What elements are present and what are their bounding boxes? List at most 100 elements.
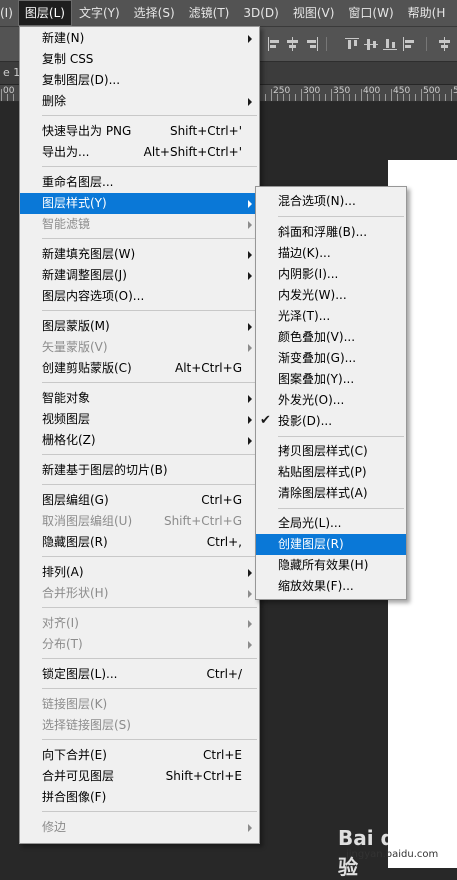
submenu-arrow-icon <box>248 272 252 280</box>
align-right-edges-icon[interactable] <box>304 37 318 51</box>
layer-style-menu-item[interactable]: 渐变叠加(G)... <box>256 348 406 369</box>
menu-item-label: 创建剪贴蒙版(C) <box>42 361 132 375</box>
layer-menu-item: 修边 <box>20 817 259 838</box>
submenu-arrow-icon <box>248 395 252 403</box>
layer-menu-item: 矢量蒙版(V) <box>20 337 259 358</box>
menu-3d[interactable]: 3D(D) <box>236 0 285 26</box>
distribute-top-icon[interactable] <box>345 37 359 51</box>
layer-menu-item[interactable]: 视频图层 <box>20 409 259 430</box>
menu-view[interactable]: 视图(V) <box>286 0 342 26</box>
menu-help[interactable]: 帮助(H <box>401 0 453 26</box>
menu-item-label: 链接图层(K) <box>42 697 108 711</box>
layer-style-menu-item[interactable]: 颜色叠加(V)... <box>256 327 406 348</box>
layer-style-menu-item[interactable]: 创建图层(R) <box>256 534 406 555</box>
layer-menu-item[interactable]: 新建(N) <box>20 28 259 49</box>
layer-menu-item[interactable]: 导出为... Alt+Shift+Ctrl+' <box>20 142 259 163</box>
menu-select[interactable]: 选择(S) <box>127 0 182 26</box>
menu-item-shortcut: Ctrl+/ <box>206 667 242 681</box>
menu-item-shortcut: Shift+Ctrl+' <box>169 124 242 138</box>
menu-filter[interactable]: 滤镜(T) <box>182 0 237 26</box>
menu-item-label: 图层内容选项(O)... <box>42 289 145 303</box>
menu-item-label: 图层编组(G) <box>42 493 109 507</box>
layer-menu-item[interactable]: 创建剪贴蒙版(C) Alt+Ctrl+G <box>20 358 259 379</box>
layer-menu-item[interactable]: 拼合图像(F) <box>20 787 259 808</box>
menu-item-label: 复制图层(D)... <box>42 73 121 87</box>
menu-item-label: 排列(A) <box>42 565 84 579</box>
layer-menu-item[interactable]: 新建调整图层(J) <box>20 265 259 286</box>
layer-style-menu-item[interactable]: 光泽(T)... <box>256 306 406 327</box>
layer-style-menu-item[interactable]: 图案叠加(Y)... <box>256 369 406 390</box>
menu-item-label: 内发光(W)... <box>278 288 347 302</box>
ruler-number: 450 <box>393 86 411 96</box>
menu-item-label: 新建调整图层(J) <box>42 268 127 282</box>
menu-item-label: 合并形状(H) <box>42 586 109 600</box>
menu-separator <box>42 739 257 740</box>
layer-menu-item[interactable]: 图层内容选项(O)... <box>20 286 259 307</box>
layer-menu-item: 对齐(I) <box>20 613 259 634</box>
layer-style-menu-item[interactable]: 内发光(W)... <box>256 285 406 306</box>
menu-separator <box>42 658 257 659</box>
layer-style-menu-item[interactable]: 全局光(L)... <box>256 513 406 534</box>
menu-separator <box>42 607 257 608</box>
watermark-url: jingyan.baidu.com <box>346 849 439 860</box>
distribute-horizontal-centers-icon[interactable] <box>437 37 451 51</box>
menu-image-partial[interactable]: (I) <box>0 0 18 26</box>
menu-window[interactable]: 窗口(W) <box>341 0 400 26</box>
menu-separator <box>42 382 257 383</box>
align-left-edges-icon[interactable] <box>268 37 282 51</box>
layer-menu-item[interactable]: 图层样式(Y) <box>20 193 259 214</box>
layer-style-menu-item[interactable]: 清除图层样式(A) <box>256 483 406 504</box>
menu-item-label: 取消图层编组(U) <box>42 514 133 528</box>
layer-menu-item[interactable]: 图层蒙版(M) <box>20 316 259 337</box>
layer-menu-item[interactable]: 隐藏图层(R) Ctrl+, <box>20 532 259 553</box>
separator-icon <box>426 37 428 51</box>
menu-separator <box>42 811 257 812</box>
layer-menu-item[interactable]: 复制图层(D)... <box>20 70 259 91</box>
layer-style-menu-item[interactable]: 粘贴图层样式(P) <box>256 462 406 483</box>
menu-item-label: 矢量蒙版(V) <box>42 340 108 354</box>
layer-menu-item[interactable]: 锁定图层(L)... Ctrl+/ <box>20 664 259 685</box>
submenu-arrow-icon <box>248 641 252 649</box>
layer-menu-item[interactable]: 新建填充图层(W) <box>20 244 259 265</box>
menu-separator <box>42 310 257 311</box>
menu-item-label: 智能滤镜 <box>42 217 91 231</box>
layer-menu-item[interactable]: 图层编组(G) Ctrl+G <box>20 490 259 511</box>
submenu-arrow-icon <box>248 569 252 577</box>
menu-item-label: 图案叠加(Y)... <box>278 372 355 386</box>
menu-item-label: 合并可见图层 <box>42 769 115 783</box>
menu-item-label: 新建基于图层的切片(B) <box>42 463 168 477</box>
layer-menu-item[interactable]: 快速导出为 PNG Shift+Ctrl+' <box>20 121 259 142</box>
distribute-bottom-icon[interactable] <box>383 37 397 51</box>
layer-style-menu-item[interactable]: 斜面和浮雕(B)... <box>256 222 406 243</box>
ruler-tick <box>265 94 266 101</box>
layer-menu-item[interactable]: 重命名图层... <box>20 172 259 193</box>
distribute-left-icon[interactable] <box>402 37 416 51</box>
layer-menu-item[interactable]: 新建基于图层的切片(B) <box>20 460 259 481</box>
menu-item-label: 拼合图像(F) <box>42 790 107 804</box>
layer-style-menu-item[interactable]: 隐藏所有效果(H) <box>256 555 406 576</box>
layer-menu-item[interactable]: 合并可见图层 Shift+Ctrl+E <box>20 766 259 787</box>
layer-menu-item[interactable]: 栅格化(Z) <box>20 430 259 451</box>
menu-layer[interactable]: 图层(L) <box>17 0 72 26</box>
layer-menu-item[interactable]: 智能对象 <box>20 388 259 409</box>
layer-menu-item[interactable]: 向下合并(E) Ctrl+E <box>20 745 259 766</box>
menu-item-label: 渐变叠加(G)... <box>278 351 357 365</box>
layer-style-menu-item[interactable]: 缩放效果(F)... <box>256 576 406 597</box>
submenu-arrow-icon <box>248 98 252 106</box>
layer-menu-item[interactable]: 删除 <box>20 91 259 112</box>
layer-style-menu-item[interactable]: 描边(K)... <box>256 243 406 264</box>
ruler-tick <box>355 94 356 101</box>
layer-style-menu-item[interactable]: 混合选项(N)... <box>256 191 406 212</box>
submenu-arrow-icon <box>248 251 252 259</box>
menu-item-label: 描边(K)... <box>278 246 331 260</box>
layer-menu-item[interactable]: 复制 CSS <box>20 49 259 70</box>
layer-menu-item[interactable]: 排列(A) <box>20 562 259 583</box>
layer-style-menu-item[interactable]: 外发光(O)... <box>256 390 406 411</box>
distribute-vertical-centers-icon[interactable] <box>364 37 378 51</box>
layer-style-menu-item[interactable]: ✔ 投影(D)... <box>256 411 406 432</box>
layer-style-menu-item[interactable]: 内阴影(I)... <box>256 264 406 285</box>
menu-type[interactable]: 文字(Y) <box>72 0 127 26</box>
ruler-tick <box>421 89 422 101</box>
layer-style-menu-item[interactable]: 拷贝图层样式(C) <box>256 441 406 462</box>
align-horizontal-centers-icon[interactable] <box>285 37 299 51</box>
